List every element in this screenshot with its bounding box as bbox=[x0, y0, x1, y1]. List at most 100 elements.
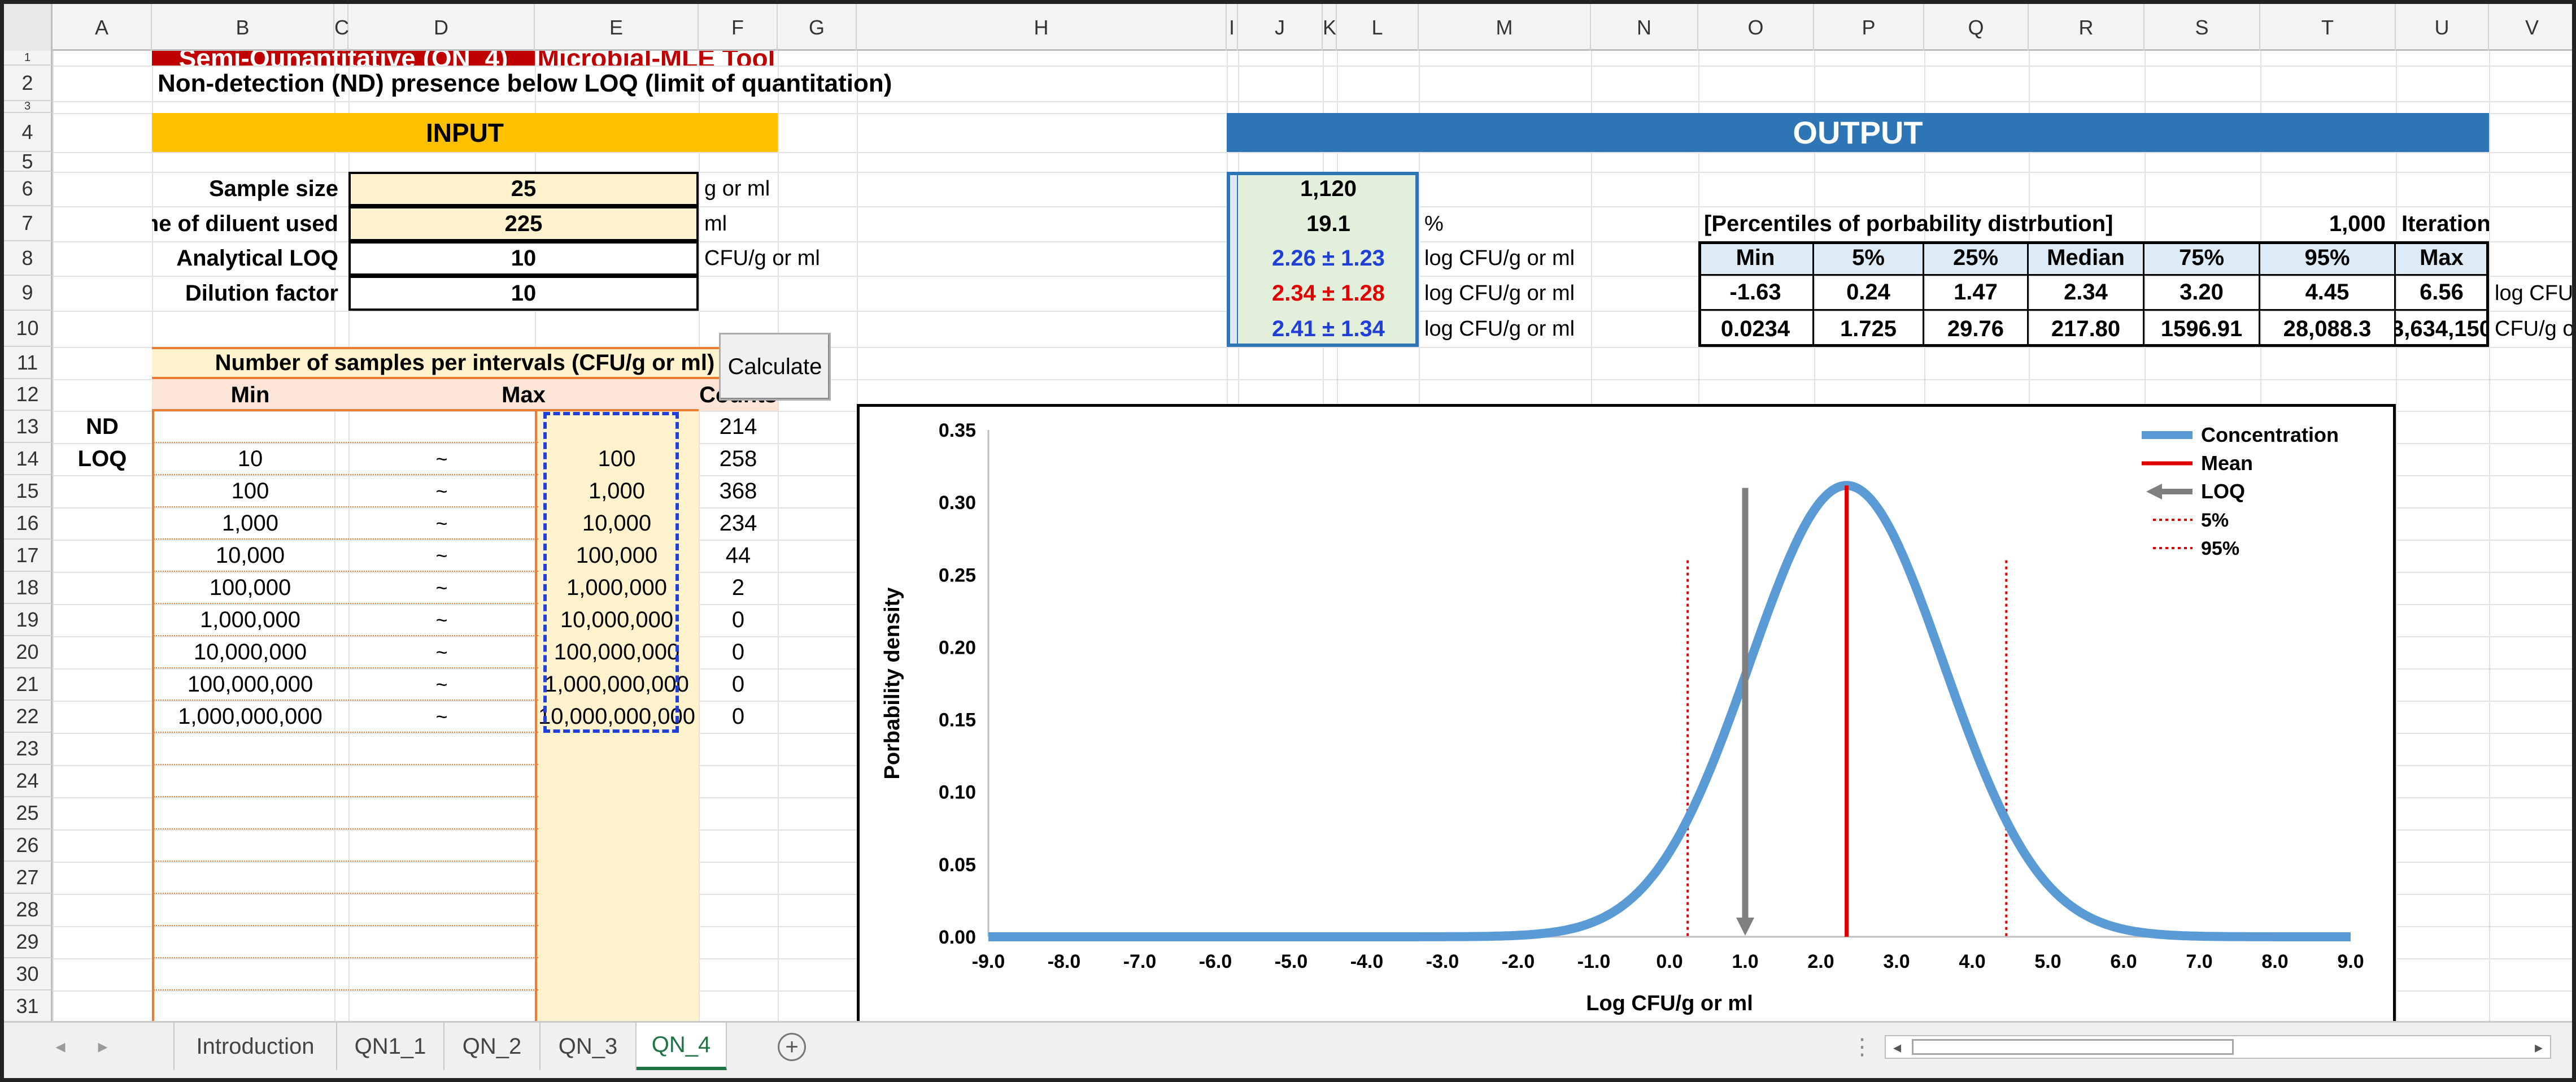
column-header[interactable]: A bbox=[53, 4, 152, 51]
column-header[interactable]: L bbox=[1337, 4, 1419, 51]
interval-min: 100,000 bbox=[209, 575, 291, 600]
sheet-tab-qn-2[interactable]: QN_2 bbox=[444, 1023, 541, 1070]
column-header[interactable]: K bbox=[1323, 4, 1337, 51]
row-header[interactable]: 28 bbox=[4, 894, 53, 926]
count-cell[interactable]: 0 bbox=[699, 636, 778, 668]
column-header[interactable]: O bbox=[1698, 4, 1814, 51]
column-header[interactable]: Q bbox=[1924, 4, 2029, 51]
scroll-left-icon[interactable]: ◂ bbox=[1886, 1036, 1908, 1058]
input-field[interactable]: 10 bbox=[348, 276, 699, 311]
count-cell[interactable]: 258 bbox=[699, 443, 778, 475]
row-header[interactable]: 16 bbox=[4, 507, 53, 540]
dotted-row-line bbox=[152, 571, 538, 572]
row-header[interactable]: 22 bbox=[4, 701, 53, 733]
interval-label bbox=[53, 604, 152, 636]
row-header[interactable]: 10 bbox=[4, 311, 53, 347]
count-cell[interactable]: 44 bbox=[699, 540, 778, 572]
column-header[interactable]: I bbox=[1227, 4, 1238, 51]
row-header[interactable]: 18 bbox=[4, 572, 53, 604]
count-cell[interactable]: 0 bbox=[699, 701, 778, 733]
y-tick-label: 0.20 bbox=[939, 637, 976, 658]
row-header[interactable]: 7 bbox=[4, 206, 53, 241]
row-header[interactable]: 31 bbox=[4, 990, 53, 1021]
count-cell[interactable]: 234 bbox=[699, 507, 778, 540]
count-cell[interactable]: 0 bbox=[699, 604, 778, 636]
row-header[interactable]: 9 bbox=[4, 276, 53, 311]
row-header[interactable]: 15 bbox=[4, 475, 53, 507]
sheet-tab-qn-4[interactable]: QN_4 bbox=[637, 1023, 727, 1070]
input-field[interactable]: 25 bbox=[348, 172, 699, 206]
row-header[interactable]: 5 bbox=[4, 150, 53, 173]
row-header[interactable]: 4 bbox=[4, 113, 53, 152]
row-header[interactable]: 26 bbox=[4, 829, 53, 862]
row-header[interactable]: 8 bbox=[4, 241, 53, 276]
row-header[interactable]: 11 bbox=[4, 347, 53, 379]
legend-label-loq: LOQ bbox=[2201, 480, 2245, 503]
count-cell[interactable]: 368 bbox=[699, 475, 778, 507]
tab-scroll-right-icon[interactable]: ▸ bbox=[86, 1023, 120, 1070]
row-header[interactable]: 1 bbox=[4, 51, 53, 66]
x-tick-label: 5.0 bbox=[2034, 951, 2061, 972]
calculate-button[interactable]: Calculate bbox=[719, 333, 831, 401]
column-header[interactable]: P bbox=[1814, 4, 1924, 51]
sheet-tab-qn-3[interactable]: QN_3 bbox=[541, 1023, 637, 1070]
column-header[interactable]: E bbox=[535, 4, 699, 51]
row-header[interactable]: 12 bbox=[4, 379, 53, 411]
column-header[interactable]: R bbox=[2029, 4, 2145, 51]
column-header[interactable]: G bbox=[778, 4, 857, 51]
column-header[interactable]: N bbox=[1591, 4, 1698, 51]
column-header[interactable]: T bbox=[2260, 4, 2396, 51]
count-cell[interactable]: 214 bbox=[699, 411, 778, 443]
column-header[interactable]: M bbox=[1419, 4, 1591, 51]
dotted-row-line bbox=[152, 925, 538, 926]
interval-label: LOQ bbox=[77, 446, 127, 471]
row-header[interactable]: 17 bbox=[4, 540, 53, 572]
column-header[interactable]: V bbox=[2489, 4, 2572, 51]
row-header[interactable]: 24 bbox=[4, 765, 53, 797]
chart-area[interactable]: 0.00 0.05 0.10 0.15 0.20 0.25 0.30 0.35 -9.0 -8.0… bbox=[857, 404, 2396, 1021]
count-cell[interactable]: 0 bbox=[699, 668, 778, 701]
sheet-tab-introduction[interactable]: Introduction bbox=[173, 1023, 337, 1070]
row-header[interactable]: 6 bbox=[4, 172, 53, 206]
scroll-right-icon[interactable]: ▸ bbox=[2527, 1036, 2550, 1058]
column-header[interactable]: H bbox=[857, 4, 1227, 51]
column-header[interactable]: F bbox=[699, 4, 778, 51]
splitter-handle-icon[interactable]: ⋮ bbox=[1851, 1034, 1873, 1060]
row-header[interactable]: 13 bbox=[4, 411, 53, 443]
row-header[interactable]: 14 bbox=[4, 443, 53, 475]
row-header[interactable]: 20 bbox=[4, 636, 53, 668]
y-tick-label: 0.10 bbox=[939, 782, 976, 803]
row-header[interactable]: 30 bbox=[4, 958, 53, 990]
row-header[interactable]: 25 bbox=[4, 797, 53, 829]
row-header[interactable]: 3 bbox=[4, 100, 53, 113]
row-header[interactable]: 27 bbox=[4, 862, 53, 894]
column-header[interactable]: S bbox=[2145, 4, 2260, 51]
row-header[interactable]: 29 bbox=[4, 926, 53, 958]
column-header[interactable]: B bbox=[152, 4, 334, 51]
input-field[interactable]: 10 bbox=[348, 241, 699, 276]
column-header[interactable]: U bbox=[2396, 4, 2489, 51]
row-header[interactable]: 19 bbox=[4, 604, 53, 636]
column-header[interactable]: J bbox=[1238, 4, 1323, 51]
interval-label bbox=[53, 475, 152, 507]
tab-scroll-left-icon[interactable]: ◂ bbox=[43, 1023, 77, 1070]
scrollbar-thumb[interactable] bbox=[1912, 1039, 2234, 1055]
sheet-tab-qn1-1[interactable]: QN1_1 bbox=[337, 1023, 444, 1070]
input-field[interactable]: 225 bbox=[348, 206, 699, 241]
x-tick-label: 8.0 bbox=[2261, 951, 2288, 972]
count-cell[interactable]: 2 bbox=[699, 572, 778, 604]
row-header[interactable]: 21 bbox=[4, 668, 53, 701]
column-header[interactable]: D bbox=[348, 4, 535, 51]
interval-sep bbox=[348, 411, 535, 443]
column-header[interactable]: C bbox=[334, 4, 349, 51]
legend-label-mean: Mean bbox=[2201, 451, 2253, 475]
gridline-v bbox=[2396, 51, 2397, 1021]
legend-label-p5: 5% bbox=[2201, 510, 2229, 531]
interval-sep: ~ bbox=[435, 447, 448, 471]
select-all-corner[interactable] bbox=[4, 4, 53, 51]
add-sheet-icon[interactable]: + bbox=[778, 1033, 806, 1061]
row-header[interactable]: 2 bbox=[4, 66, 53, 101]
horizontal-scrollbar[interactable]: ◂ ▸ bbox=[1885, 1035, 2551, 1059]
y-tick-label: 0.25 bbox=[939, 564, 976, 586]
row-header[interactable]: 23 bbox=[4, 733, 53, 765]
